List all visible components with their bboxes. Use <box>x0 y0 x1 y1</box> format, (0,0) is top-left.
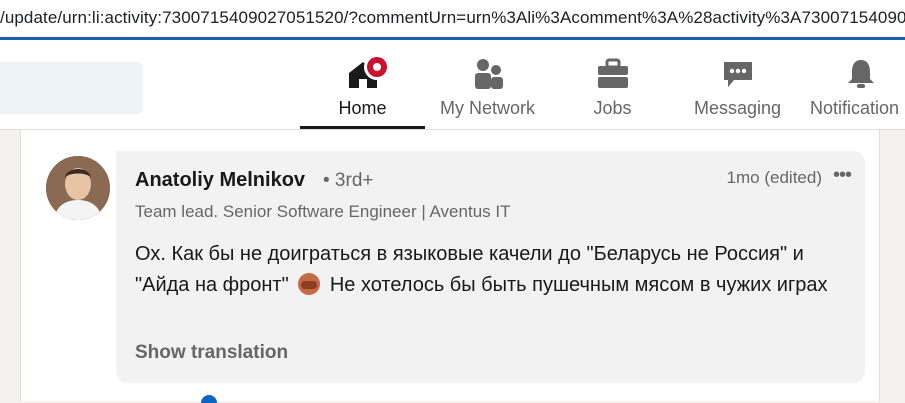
comment-text-part-2: Не хотелось бы быть пушечным мясом в чуж… <box>329 274 828 296</box>
people-icon <box>474 59 503 89</box>
more-options-icon[interactable]: ••• <box>833 164 852 187</box>
nav-item-my-network[interactable]: My Network <box>425 40 550 129</box>
active-tab-indicator <box>300 126 425 129</box>
comment-author-name[interactable]: Anatoliy Melnikov <box>135 169 305 192</box>
nav-label-notifications: Notification <box>810 98 900 118</box>
briefcase-icon <box>597 58 628 88</box>
nav-label-my-network: My Network <box>439 98 535 118</box>
nav-item-jobs[interactable]: Jobs <box>550 40 675 129</box>
search-input[interactable] <box>0 62 143 114</box>
bell-icon <box>848 60 874 88</box>
comment-text: Ох. Как бы не доиграться в языковые каче… <box>135 239 855 301</box>
reaction-icon <box>201 395 217 403</box>
connection-degree: • 3rd+ <box>323 170 374 191</box>
nav-item-home[interactable]: Home <box>300 40 425 129</box>
url-text[interactable]: /update/urn:li:activity:7300715409027051… <box>0 8 905 28</box>
comment-timestamp: 1mo (edited) <box>726 168 822 187</box>
nav-label-home: Home <box>338 98 387 118</box>
nav-label-jobs: Jobs <box>593 98 632 118</box>
browser-address-bar[interactable]: /update/urn:li:activity:7300715409027051… <box>0 0 905 40</box>
show-translation-link[interactable]: Show translation <box>135 342 288 364</box>
nav-label-messaging: Messaging <box>693 98 782 118</box>
nav-item-messaging[interactable]: Messaging <box>675 40 800 129</box>
author-headline: Team lead. Senior Software Engineer | Av… <box>135 202 511 221</box>
avatar[interactable] <box>46 156 110 220</box>
comment-bubble: Anatoliy Melnikov • 3rd+ Team lead. Seni… <box>116 151 865 383</box>
chat-icon <box>723 62 752 87</box>
nav-item-notifications[interactable]: Notification <box>800 40 905 129</box>
top-navigation: Home My Network Jobs Messaging Notificat… <box>0 40 905 130</box>
post-comments-section: Anatoliy Melnikov • 3rd+ Team lead. Seni… <box>20 130 880 403</box>
see-no-evil-monkey-icon <box>298 273 321 295</box>
notification-badge <box>364 54 390 80</box>
profile-photo <box>46 156 110 220</box>
